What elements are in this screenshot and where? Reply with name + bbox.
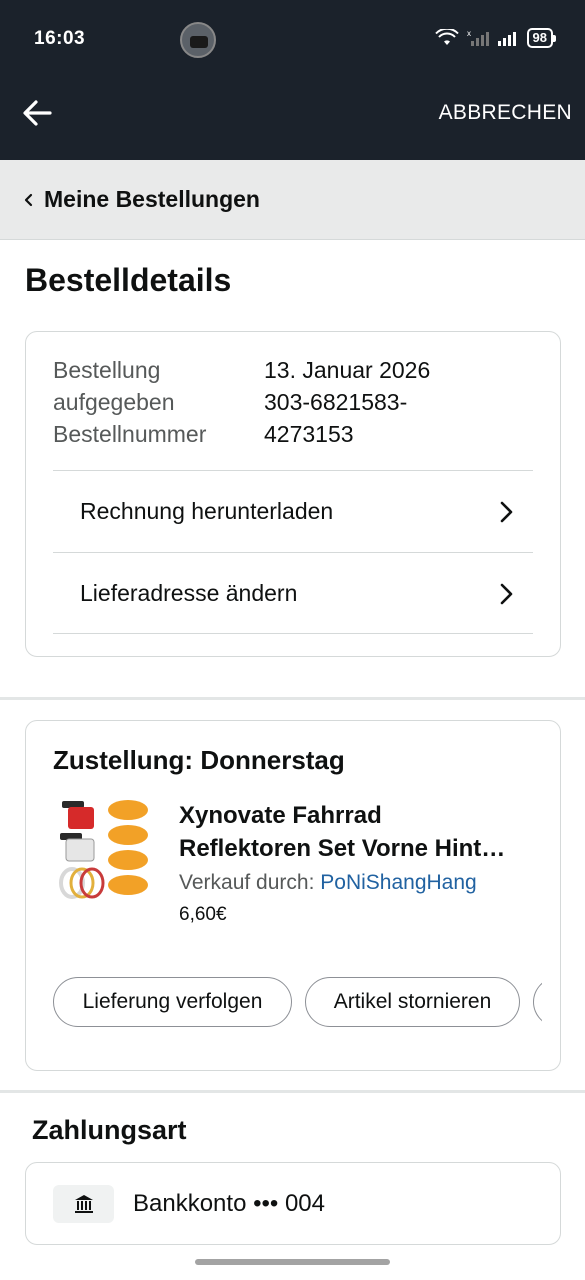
cancel-item-button[interactable]: Artikel stornieren [305,977,520,1027]
order-info-values: 13. Januar 2026 303-6821583- 4273153 [264,354,484,450]
order-placed-label-line1: Bestellung [53,357,161,383]
order-date-value: 13. Januar 2026 [264,357,431,383]
change-address-label: Lieferadresse ändern [80,579,298,606]
payment-title: Zahlungsart [32,1115,187,1145]
chevron-right-icon [500,583,513,605]
order-placed-label-line2: aufgegeben [53,389,175,415]
status-bar: 16:03 x 98 [0,0,585,80]
cancel-button[interactable]: ABBRECHEN [439,101,572,125]
back-arrow-icon[interactable] [20,96,54,130]
home-indicator[interactable] [195,1259,390,1265]
order-number-value-line2: 4273153 [264,421,354,447]
more-actions-button[interactable] [533,977,542,1027]
status-time: 16:03 [34,28,86,49]
breadcrumb[interactable]: Meine Bestellungen [0,160,585,240]
change-address-row[interactable]: Lieferadresse ändern [53,552,533,634]
action-buttons-scroller[interactable]: Lieferung verfolgen Artikel stornieren [26,721,542,1070]
breadcrumb-label: Meine Bestellungen [44,186,260,212]
order-info-labels: Bestellung aufgegeben Bestellnummer [53,354,253,450]
order-number-label: Bestellnummer [53,421,207,447]
order-number-value-line1: 303-6821583- [264,389,408,415]
chevron-right-icon [500,501,513,523]
bank-icon [74,1195,93,1213]
track-package-button[interactable]: Lieferung verfolgen [53,977,292,1027]
chevron-left-icon [24,193,33,206]
signal-icon [497,32,516,46]
section-divider [0,1090,585,1093]
wifi-icon [434,29,459,45]
svg-text:x: x [467,29,471,38]
order-details-card: Bestellung aufgegeben Bestellnummer 13. … [25,331,561,657]
section-divider [0,697,585,700]
page-title: Bestelldetails [25,262,232,298]
signal-weak-icon: x [467,29,489,46]
payment-method-label: Bankkonto ••• 004 [133,1190,325,1217]
battery-icon: 98 [526,28,557,48]
payment-card: Bankkonto ••• 004 [25,1162,561,1245]
download-invoice-label: Rechnung herunterladen [80,498,334,524]
status-icons: x 98 [434,28,557,48]
notification-avatar-icon [180,22,216,58]
bank-icon [53,1185,114,1223]
download-invoice-row[interactable]: Rechnung herunterladen [53,470,533,552]
delivery-card: Zustellung: Donnerstag Xynovate Fahrrad … [25,720,561,1071]
top-nav-bar: ABBRECHEN [0,80,585,160]
